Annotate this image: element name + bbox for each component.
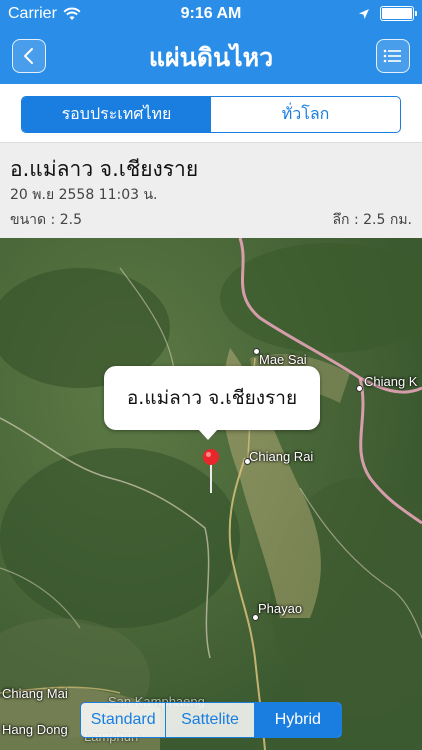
quake-date: 20 พ.ย 2558 11:03 น. [10, 187, 158, 203]
map-pin-icon[interactable] [202, 448, 220, 494]
map-type-standard[interactable]: Standard [81, 703, 167, 737]
status-bar: Carrier 9:16 AM [0, 0, 422, 30]
quake-magnitude: ขนาด : 2.5 [10, 212, 82, 228]
page-title: แผ่นดินไหว [148, 43, 274, 72]
city-phayao: Phayao [258, 601, 303, 616]
map-type-control: Standard Sattelite Hybrid [80, 702, 342, 738]
tab-thailand[interactable]: รอบประเทศไทย [22, 97, 211, 132]
quake-depth: ลึก : 2.5 กม. [332, 212, 412, 228]
city-dot-chiang-k [356, 385, 363, 392]
region-tabs: รอบประเทศไทย ทั่วโลก [21, 96, 401, 133]
battery-icon [380, 6, 417, 21]
quake-place: อ.แม่ลาว จ.เชียงราย [10, 157, 199, 181]
status-right [358, 6, 417, 21]
battery-fill [382, 8, 412, 19]
list-icon [383, 49, 401, 63]
city-mae-sai: Mae Sai [259, 352, 307, 367]
menu-button[interactable] [376, 39, 410, 73]
satellite-map[interactable]: Mae Sai Chiang K Chiang Rai Phayao Chian… [0, 238, 422, 750]
map-terrain [0, 238, 422, 750]
location-arrow-icon [359, 8, 369, 19]
quake-info-panel: อ.แม่ลาว จ.เชียงราย 20 พ.ย 2558 11:03 น.… [0, 142, 422, 238]
city-hang-dong: Hang Dong [2, 722, 68, 737]
tab-world[interactable]: ทั่วโลก [211, 97, 400, 132]
city-chiang-mai: Chiang Mai [2, 686, 68, 701]
city-chiang-rai: Chiang Rai [249, 449, 314, 464]
map-type-hybrid[interactable]: Hybrid [254, 703, 341, 737]
region-tabs-bar: รอบประเทศไทย ทั่วโลก [0, 84, 422, 142]
nav-bar: แผ่นดินไหว [0, 30, 422, 84]
pin-callout[interactable]: อ.แม่ลาว จ.เชียงราย [104, 366, 320, 440]
city-chiang-k: Chiang K [364, 374, 418, 389]
map-type-satellite[interactable]: Sattelite [166, 703, 255, 737]
